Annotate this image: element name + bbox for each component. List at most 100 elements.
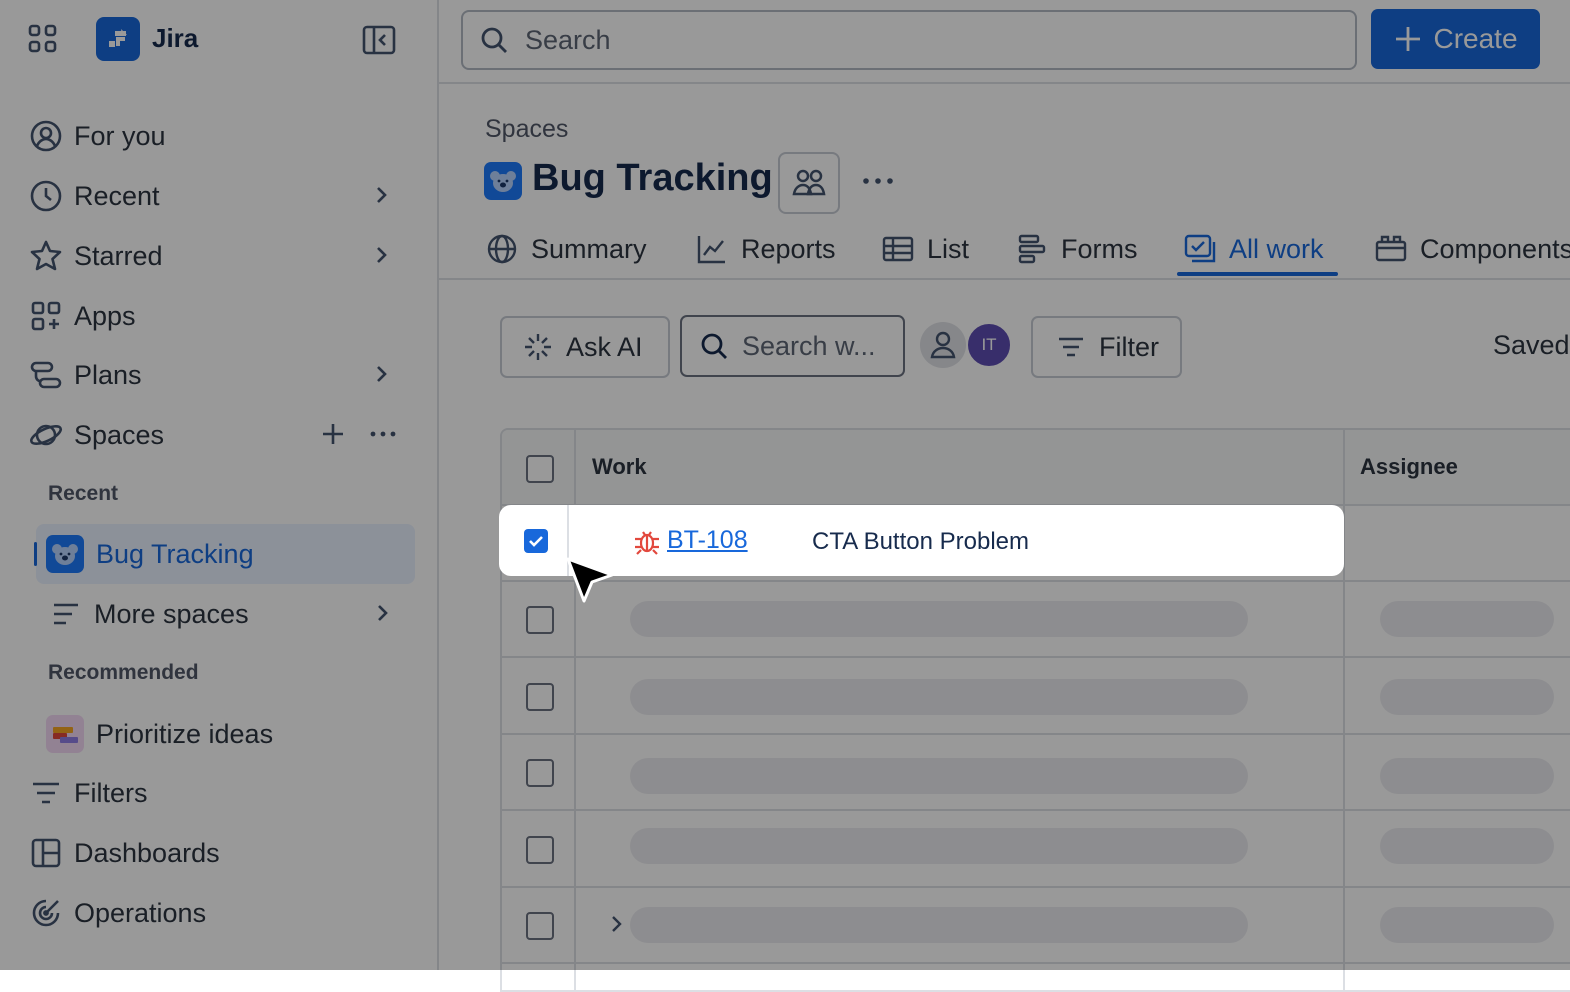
tab-list[interactable]: List [881, 220, 969, 278]
koala-avatar-icon [484, 162, 522, 200]
forms-icon [1015, 232, 1049, 266]
select-all-checkbox[interactable] [526, 455, 554, 483]
sidebar-item-label: Spaces [74, 419, 165, 450]
more-options-icon[interactable] [856, 164, 900, 198]
tab-label: Forms [1061, 233, 1138, 264]
work-search-input[interactable] [740, 329, 894, 363]
row-checkbox[interactable] [526, 759, 554, 787]
plus-icon[interactable] [318, 419, 348, 449]
row-checkbox-checked[interactable] [524, 529, 548, 553]
bug-icon [633, 527, 661, 555]
create-button-label: Create [1433, 23, 1518, 54]
chevron-right-icon[interactable] [366, 359, 396, 389]
page-title: Bug Tracking [532, 157, 773, 199]
user-avatar-icon[interactable] [920, 322, 966, 368]
table-row[interactable]: BT-108 CTA Button Problem [499, 505, 1344, 576]
global-search-input[interactable] [523, 23, 1327, 57]
more-options-icon[interactable] [366, 419, 400, 449]
breadcrumb[interactable]: Spaces [485, 115, 568, 144]
tab-summary[interactable]: Summary [485, 220, 647, 278]
plans-icon [26, 355, 66, 395]
column-header-work[interactable]: Work [592, 454, 647, 480]
sidebar-item-operations[interactable]: Operations [24, 885, 414, 941]
row-divider [502, 809, 1570, 811]
create-button[interactable]: Create [1371, 9, 1540, 69]
filter-button[interactable]: Filter [1031, 316, 1182, 378]
sidebar-space-bug-tracking[interactable]: Bug Tracking [34, 524, 415, 584]
sidebar-item-label: Dashboards [74, 837, 220, 868]
app-switcher-icon[interactable] [26, 22, 60, 56]
loading-skeleton [630, 907, 1248, 943]
sidebar-space-prioritize-ideas[interactable]: Prioritize ideas [36, 704, 415, 764]
product-name[interactable]: Jira [152, 23, 198, 54]
filter-icon [26, 773, 66, 813]
sidebar-item-label: Apps [74, 300, 136, 331]
ai-sparkle-icon [522, 331, 554, 363]
row-divider [502, 656, 1570, 658]
plus-icon [1393, 24, 1423, 54]
tab-label: List [927, 233, 970, 264]
loading-skeleton [1380, 601, 1554, 637]
jira-logo-icon[interactable] [96, 17, 140, 61]
section-label-recommended: Recommended [48, 661, 199, 684]
loading-skeleton [630, 601, 1248, 637]
sidebar-item-apps[interactable]: Apps [24, 288, 414, 344]
space-label: Prioritize ideas [96, 718, 274, 749]
active-indicator [34, 542, 37, 566]
collapse-sidebar-icon[interactable] [360, 22, 398, 58]
tab-label: All work [1229, 233, 1324, 264]
sidebar-item-label: Starred [74, 240, 163, 271]
sidebar-item-for-you[interactable]: For you [24, 108, 414, 164]
globe-icon [485, 232, 519, 266]
sidebar-item-filters[interactable]: Filters [24, 765, 414, 821]
components-icon [1374, 232, 1408, 266]
star-icon [26, 236, 66, 276]
people-icon[interactable] [778, 152, 840, 214]
apps-icon [26, 296, 66, 336]
active-tab-indicator [1177, 272, 1338, 276]
row-checkbox[interactable] [526, 912, 554, 940]
avatar[interactable]: IT [966, 322, 1012, 368]
jira-app: Jira For you Recent Starred Apps Plans S… [0, 0, 1570, 992]
column-header-assignee[interactable]: Assignee [1360, 454, 1458, 480]
row-checkbox[interactable] [526, 836, 554, 864]
chevron-right-icon[interactable] [604, 912, 628, 936]
row-checkbox[interactable] [526, 606, 554, 634]
sidebar-item-label: Plans [74, 359, 142, 390]
sidebar-item-label: Recent [74, 180, 160, 211]
sidebar-item-plans[interactable]: Plans [24, 347, 414, 403]
sidebar-item-dashboards[interactable]: Dashboards [24, 825, 414, 881]
space-tabs: Summary Reports List Forms All work Comp… [439, 220, 1570, 280]
saved-filters-button[interactable]: Saved [1493, 330, 1570, 361]
sidebar-item-recent[interactable]: Recent [24, 168, 414, 224]
sidebar-item-spaces[interactable]: Spaces [24, 407, 414, 463]
chevron-right-icon[interactable] [366, 240, 396, 270]
user-circle-icon [26, 116, 66, 156]
search-icon [698, 330, 730, 362]
top-bar: Create [439, 0, 1570, 84]
work-search[interactable] [680, 315, 905, 377]
loading-skeleton [630, 679, 1248, 715]
sidebar-item-more-spaces[interactable]: More spaces [36, 586, 415, 642]
koala-avatar-icon [46, 535, 84, 573]
ask-ai-button[interactable]: Ask AI [500, 316, 670, 378]
issue-key-link[interactable]: BT-108 [667, 526, 748, 555]
tab-all-work[interactable]: All work [1183, 220, 1324, 278]
issue-summary[interactable]: CTA Button Problem [812, 528, 1029, 556]
chevron-right-icon[interactable] [367, 598, 397, 628]
tab-label: Summary [531, 233, 647, 264]
chevron-right-icon[interactable] [366, 180, 396, 210]
sidebar-item-starred[interactable]: Starred [24, 228, 414, 284]
tab-reports[interactable]: Reports [695, 220, 836, 278]
planet-icon [26, 415, 66, 455]
section-label-recent: Recent [48, 482, 119, 505]
ask-ai-label: Ask AI [566, 331, 643, 362]
global-search[interactable] [461, 10, 1357, 70]
list-icon [46, 594, 86, 634]
sidebar-item-label: For you [74, 120, 166, 151]
tab-components[interactable]: Components [1374, 220, 1570, 278]
row-checkbox[interactable] [526, 683, 554, 711]
table-icon [881, 232, 915, 266]
tab-forms[interactable]: Forms [1015, 220, 1138, 278]
sidebar-header: Jira [0, 0, 437, 80]
